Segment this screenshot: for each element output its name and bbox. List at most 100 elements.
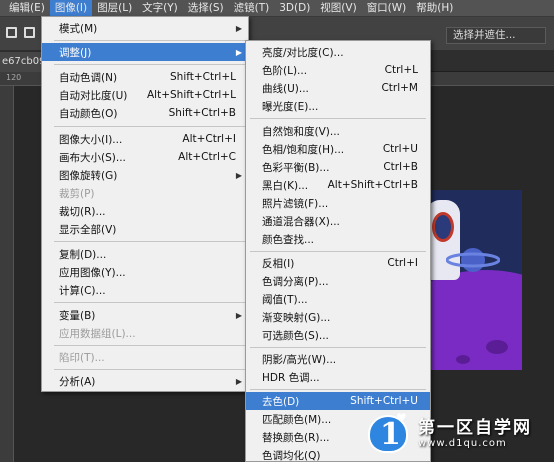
- menu-item-duplicate[interactable]: 复制(D)...: [42, 245, 248, 263]
- menu-item-threshold[interactable]: 阈值(T)...: [246, 290, 430, 308]
- submenu-arrow-icon: ▶: [235, 23, 242, 33]
- menu-item-hdr-toning[interactable]: HDR 色调...: [246, 368, 430, 386]
- menu-divider: [54, 241, 246, 242]
- menu-edit[interactable]: 编辑(E): [4, 0, 50, 17]
- select-and-mask-button[interactable]: 选择并遮住...: [446, 27, 546, 44]
- menu-divider: [54, 302, 246, 303]
- menu-item-exposure[interactable]: 曝光度(E)...: [246, 97, 430, 115]
- menu-item-levels[interactable]: 色阶(L)... Ctrl+L: [246, 61, 430, 79]
- menu-item-label: 画布大小(S)...: [59, 151, 126, 164]
- menu-divider: [54, 345, 246, 346]
- menu-item-curves[interactable]: 曲线(U)... Ctrl+M: [246, 79, 430, 97]
- menu-item-label: 裁切(R)...: [59, 205, 106, 218]
- menu-item-adjustments[interactable]: 调整(J) ▶: [42, 43, 248, 61]
- menu-type[interactable]: 文字(Y): [137, 0, 183, 17]
- menu-divider: [250, 389, 426, 390]
- menu-divider: [54, 40, 246, 41]
- document-artwork: [426, 190, 522, 370]
- menu-item-selective-color[interactable]: 可选颜色(S)...: [246, 326, 430, 344]
- menu-item-shortcut: Alt+Ctrl+C: [178, 151, 236, 163]
- menu-item-label: 模式(M): [59, 22, 98, 35]
- menu-divider: [250, 118, 426, 119]
- menu-filter[interactable]: 滤镜(T): [229, 0, 275, 17]
- menu-item-label: 黑白(K)...: [262, 179, 309, 192]
- menu-item-label: 亮度/对比度(C)...: [262, 46, 344, 59]
- crater: [486, 340, 508, 354]
- menu-item-shortcut: Alt+Shift+Ctrl+B: [327, 179, 418, 191]
- menu-item-variables[interactable]: 变量(B) ▶: [42, 306, 248, 324]
- ruler-mark: 120: [6, 73, 22, 82]
- menu-item-label: 曝光度(E)...: [262, 100, 319, 113]
- watermark-text: 第一区自学网 www.d1qu.com: [418, 413, 532, 449]
- menu-item-hue-saturation[interactable]: 色相/饱和度(H)... Ctrl+U: [246, 140, 430, 158]
- menu-view[interactable]: 视图(V): [315, 0, 361, 17]
- add-selection-icon[interactable]: [24, 27, 35, 38]
- menu-item-photo-filter[interactable]: 照片滤镜(F)...: [246, 194, 430, 212]
- menu-divider: [250, 251, 426, 252]
- menu-item-apply-image[interactable]: 应用图像(Y)...: [42, 263, 248, 281]
- menu-item-apply-data-set: 应用数据组(L)...: [42, 324, 248, 342]
- menu-item-label: 色相/饱和度(H)...: [262, 143, 345, 156]
- menu-item-trap: 陷印(T)...: [42, 348, 248, 366]
- menu-window[interactable]: 窗口(W): [362, 0, 412, 17]
- watermark-url: www.d1qu.com: [418, 438, 507, 449]
- menu-item-color-lookup[interactable]: 颜色查找...: [246, 230, 430, 248]
- menu-item-shortcut: Alt+Shift+Ctrl+L: [146, 89, 236, 101]
- menu-item-label: 显示全部(V): [59, 223, 117, 236]
- menu-item-label: 阈值(T)...: [262, 293, 308, 306]
- menu-item-vibrance[interactable]: 自然饱和度(V)...: [246, 122, 430, 140]
- menu-item-label: 应用数据组(L)...: [59, 327, 136, 340]
- menu-item-label: 通道混合器(X)...: [262, 215, 340, 228]
- menu-3d[interactable]: 3D(D): [274, 0, 315, 17]
- menu-item-posterize[interactable]: 色调分离(P)...: [246, 272, 430, 290]
- menu-divider: [250, 347, 426, 348]
- menu-item-label: HDR 色调...: [262, 371, 320, 384]
- menu-item-auto-color[interactable]: 自动颜色(O) Shift+Ctrl+B: [42, 104, 248, 122]
- menu-item-label: 可选颜色(S)...: [262, 329, 329, 342]
- menu-layer[interactable]: 图层(L): [92, 0, 137, 17]
- submenu-arrow-icon: ▶: [235, 47, 242, 57]
- menu-item-label: 自然饱和度(V)...: [262, 125, 340, 138]
- menu-item-label: 应用图像(Y)...: [59, 266, 126, 279]
- menu-item-image-size[interactable]: 图像大小(I)... Alt+Ctrl+I: [42, 130, 248, 148]
- menu-item-label: 反相(I): [262, 257, 295, 270]
- menu-help[interactable]: 帮助(H): [411, 0, 458, 17]
- menu-divider: [54, 126, 246, 127]
- menu-item-shortcut: Shift+Ctrl+B: [168, 107, 236, 119]
- photoshop-window: 编辑(E) 图像(I) 图层(L) 文字(Y) 选择(S) 滤镜(T) 3D(D…: [0, 0, 554, 462]
- menu-item-invert[interactable]: 反相(I) Ctrl+I: [246, 254, 430, 272]
- menu-item-label: 图像大小(I)...: [59, 133, 123, 146]
- menu-item-gradient-map[interactable]: 渐变映射(G)...: [246, 308, 430, 326]
- menu-select[interactable]: 选择(S): [183, 0, 229, 17]
- menu-item-color-balance[interactable]: 色彩平衡(B)... Ctrl+B: [246, 158, 430, 176]
- menu-item-reveal-all[interactable]: 显示全部(V): [42, 220, 248, 238]
- menu-item-calculations[interactable]: 计算(C)...: [42, 281, 248, 299]
- menu-item-shadows-highlights[interactable]: 阴影/高光(W)...: [246, 350, 430, 368]
- menu-item-black-white[interactable]: 黑白(K)... Alt+Shift+Ctrl+B: [246, 176, 430, 194]
- menu-item-label: 去色(D): [262, 395, 300, 408]
- menu-item-channel-mixer[interactable]: 通道混合器(X)...: [246, 212, 430, 230]
- menu-item-analysis[interactable]: 分析(A) ▶: [42, 372, 248, 390]
- submenu-arrow-icon: ▶: [235, 376, 242, 386]
- menu-item-auto-tone[interactable]: 自动色调(N) Shift+Ctrl+L: [42, 68, 248, 86]
- menu-item-label: 调整(J): [59, 46, 92, 59]
- menu-item-auto-contrast[interactable]: 自动对比度(U) Alt+Shift+Ctrl+L: [42, 86, 248, 104]
- menu-item-canvas-size[interactable]: 画布大小(S)... Alt+Ctrl+C: [42, 148, 248, 166]
- menu-image[interactable]: 图像(I): [49, 0, 93, 17]
- site-watermark: 1 ♥ 第一区自学网 www.d1qu.com: [368, 400, 554, 462]
- document-tab[interactable]: e67cb099: [0, 52, 46, 72]
- menu-item-brightness-contrast[interactable]: 亮度/对比度(C)...: [246, 43, 430, 61]
- menu-item-label: 陷印(T)...: [59, 351, 105, 364]
- menu-item-image-rotation[interactable]: 图像旋转(G) ▶: [42, 166, 248, 184]
- menu-item-label: 替换颜色(R)...: [262, 431, 330, 444]
- new-selection-icon[interactable]: [6, 27, 17, 38]
- menu-item-shortcut: Ctrl+B: [383, 161, 418, 173]
- menu-item-label: 自动色调(N): [59, 71, 118, 84]
- menu-item-label: 色彩平衡(B)...: [262, 161, 330, 174]
- menu-item-label: 自动对比度(U): [59, 89, 128, 102]
- menu-item-label: 渐变映射(G)...: [262, 311, 331, 324]
- menu-item-mode[interactable]: 模式(M) ▶: [42, 19, 248, 37]
- menu-item-label: 色阶(L)...: [262, 64, 308, 77]
- menu-item-label: 颜色查找...: [262, 233, 315, 246]
- menu-item-trim[interactable]: 裁切(R)...: [42, 202, 248, 220]
